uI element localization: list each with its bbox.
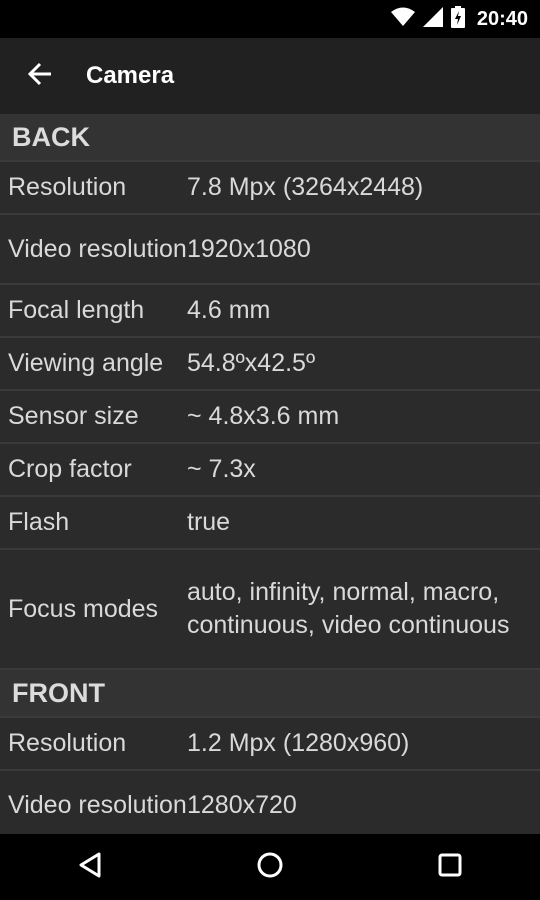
- nav-home-button[interactable]: [230, 834, 310, 900]
- row-value: ~ 4.8x3.6 mm: [187, 402, 340, 430]
- app-bar: Camera: [0, 38, 540, 114]
- wifi-icon: [390, 7, 415, 32]
- navigation-bar: [0, 834, 540, 900]
- table-row: Resolution 7.8 Mpx (3264x2448): [0, 162, 540, 215]
- row-value: 54.8ºx42.5º: [187, 349, 316, 377]
- table-row: Resolution 1.2 Mpx (1280x960): [0, 718, 540, 771]
- row-label: Viewing angle: [8, 349, 164, 377]
- section-header-front: FRONT: [0, 670, 540, 718]
- row-label: Crop factor: [8, 455, 132, 483]
- row-label: Video resolution: [8, 234, 187, 263]
- row-value: ~ 7.3x: [187, 455, 256, 483]
- square-recents-icon: [437, 852, 463, 883]
- row-label: Resolution: [8, 729, 127, 757]
- row-label: Video resolution: [8, 790, 187, 819]
- battery-charging-icon: [450, 5, 465, 33]
- status-time: 20:40: [476, 7, 528, 30]
- row-value: 4.6 mm: [187, 296, 271, 324]
- status-icons: 20:40: [390, 0, 528, 38]
- arrow-back-icon: [27, 61, 53, 92]
- triangle-back-icon: [78, 852, 102, 883]
- table-row: Video resolution 1280x720: [0, 771, 540, 834]
- row-value: 1920x1080: [187, 234, 311, 263]
- nav-back-button[interactable]: [50, 834, 130, 900]
- row-value: true: [187, 508, 231, 536]
- table-row: Flash true: [0, 497, 540, 550]
- cell-signal-icon: [422, 6, 443, 32]
- circle-home-icon: [256, 851, 284, 884]
- section-header-back: BACK: [0, 114, 540, 162]
- row-value: 7.8 Mpx (3264x2448): [187, 173, 424, 201]
- camera-info-list[interactable]: BACK Resolution 7.8 Mpx (3264x2448) Vide…: [0, 114, 540, 834]
- table-row: Video resolution 1920x1080: [0, 215, 540, 285]
- table-row: Focal length 4.6 mm: [0, 285, 540, 338]
- row-label: Sensor size: [8, 402, 139, 430]
- row-value: 1.2 Mpx (1280x960): [187, 729, 410, 757]
- table-row: Crop factor ~ 7.3x: [0, 444, 540, 497]
- table-row: Sensor size ~ 4.8x3.6 mm: [0, 391, 540, 444]
- row-value: auto, infinity, normal, macro, continuou…: [187, 578, 510, 639]
- row-value: 1280x720: [187, 790, 297, 819]
- back-button[interactable]: [0, 38, 80, 114]
- table-row: Focus modes auto, infinity, normal, macr…: [0, 550, 540, 670]
- status-bar: 20:40: [0, 0, 540, 38]
- nav-recents-button[interactable]: [410, 834, 490, 900]
- row-label: Focus modes: [8, 594, 159, 623]
- page-title: Camera: [86, 62, 175, 89]
- row-label: Resolution: [8, 173, 127, 201]
- row-label: Focal length: [8, 296, 145, 324]
- table-row: Viewing angle 54.8ºx42.5º: [0, 338, 540, 391]
- row-label: Flash: [8, 508, 70, 536]
